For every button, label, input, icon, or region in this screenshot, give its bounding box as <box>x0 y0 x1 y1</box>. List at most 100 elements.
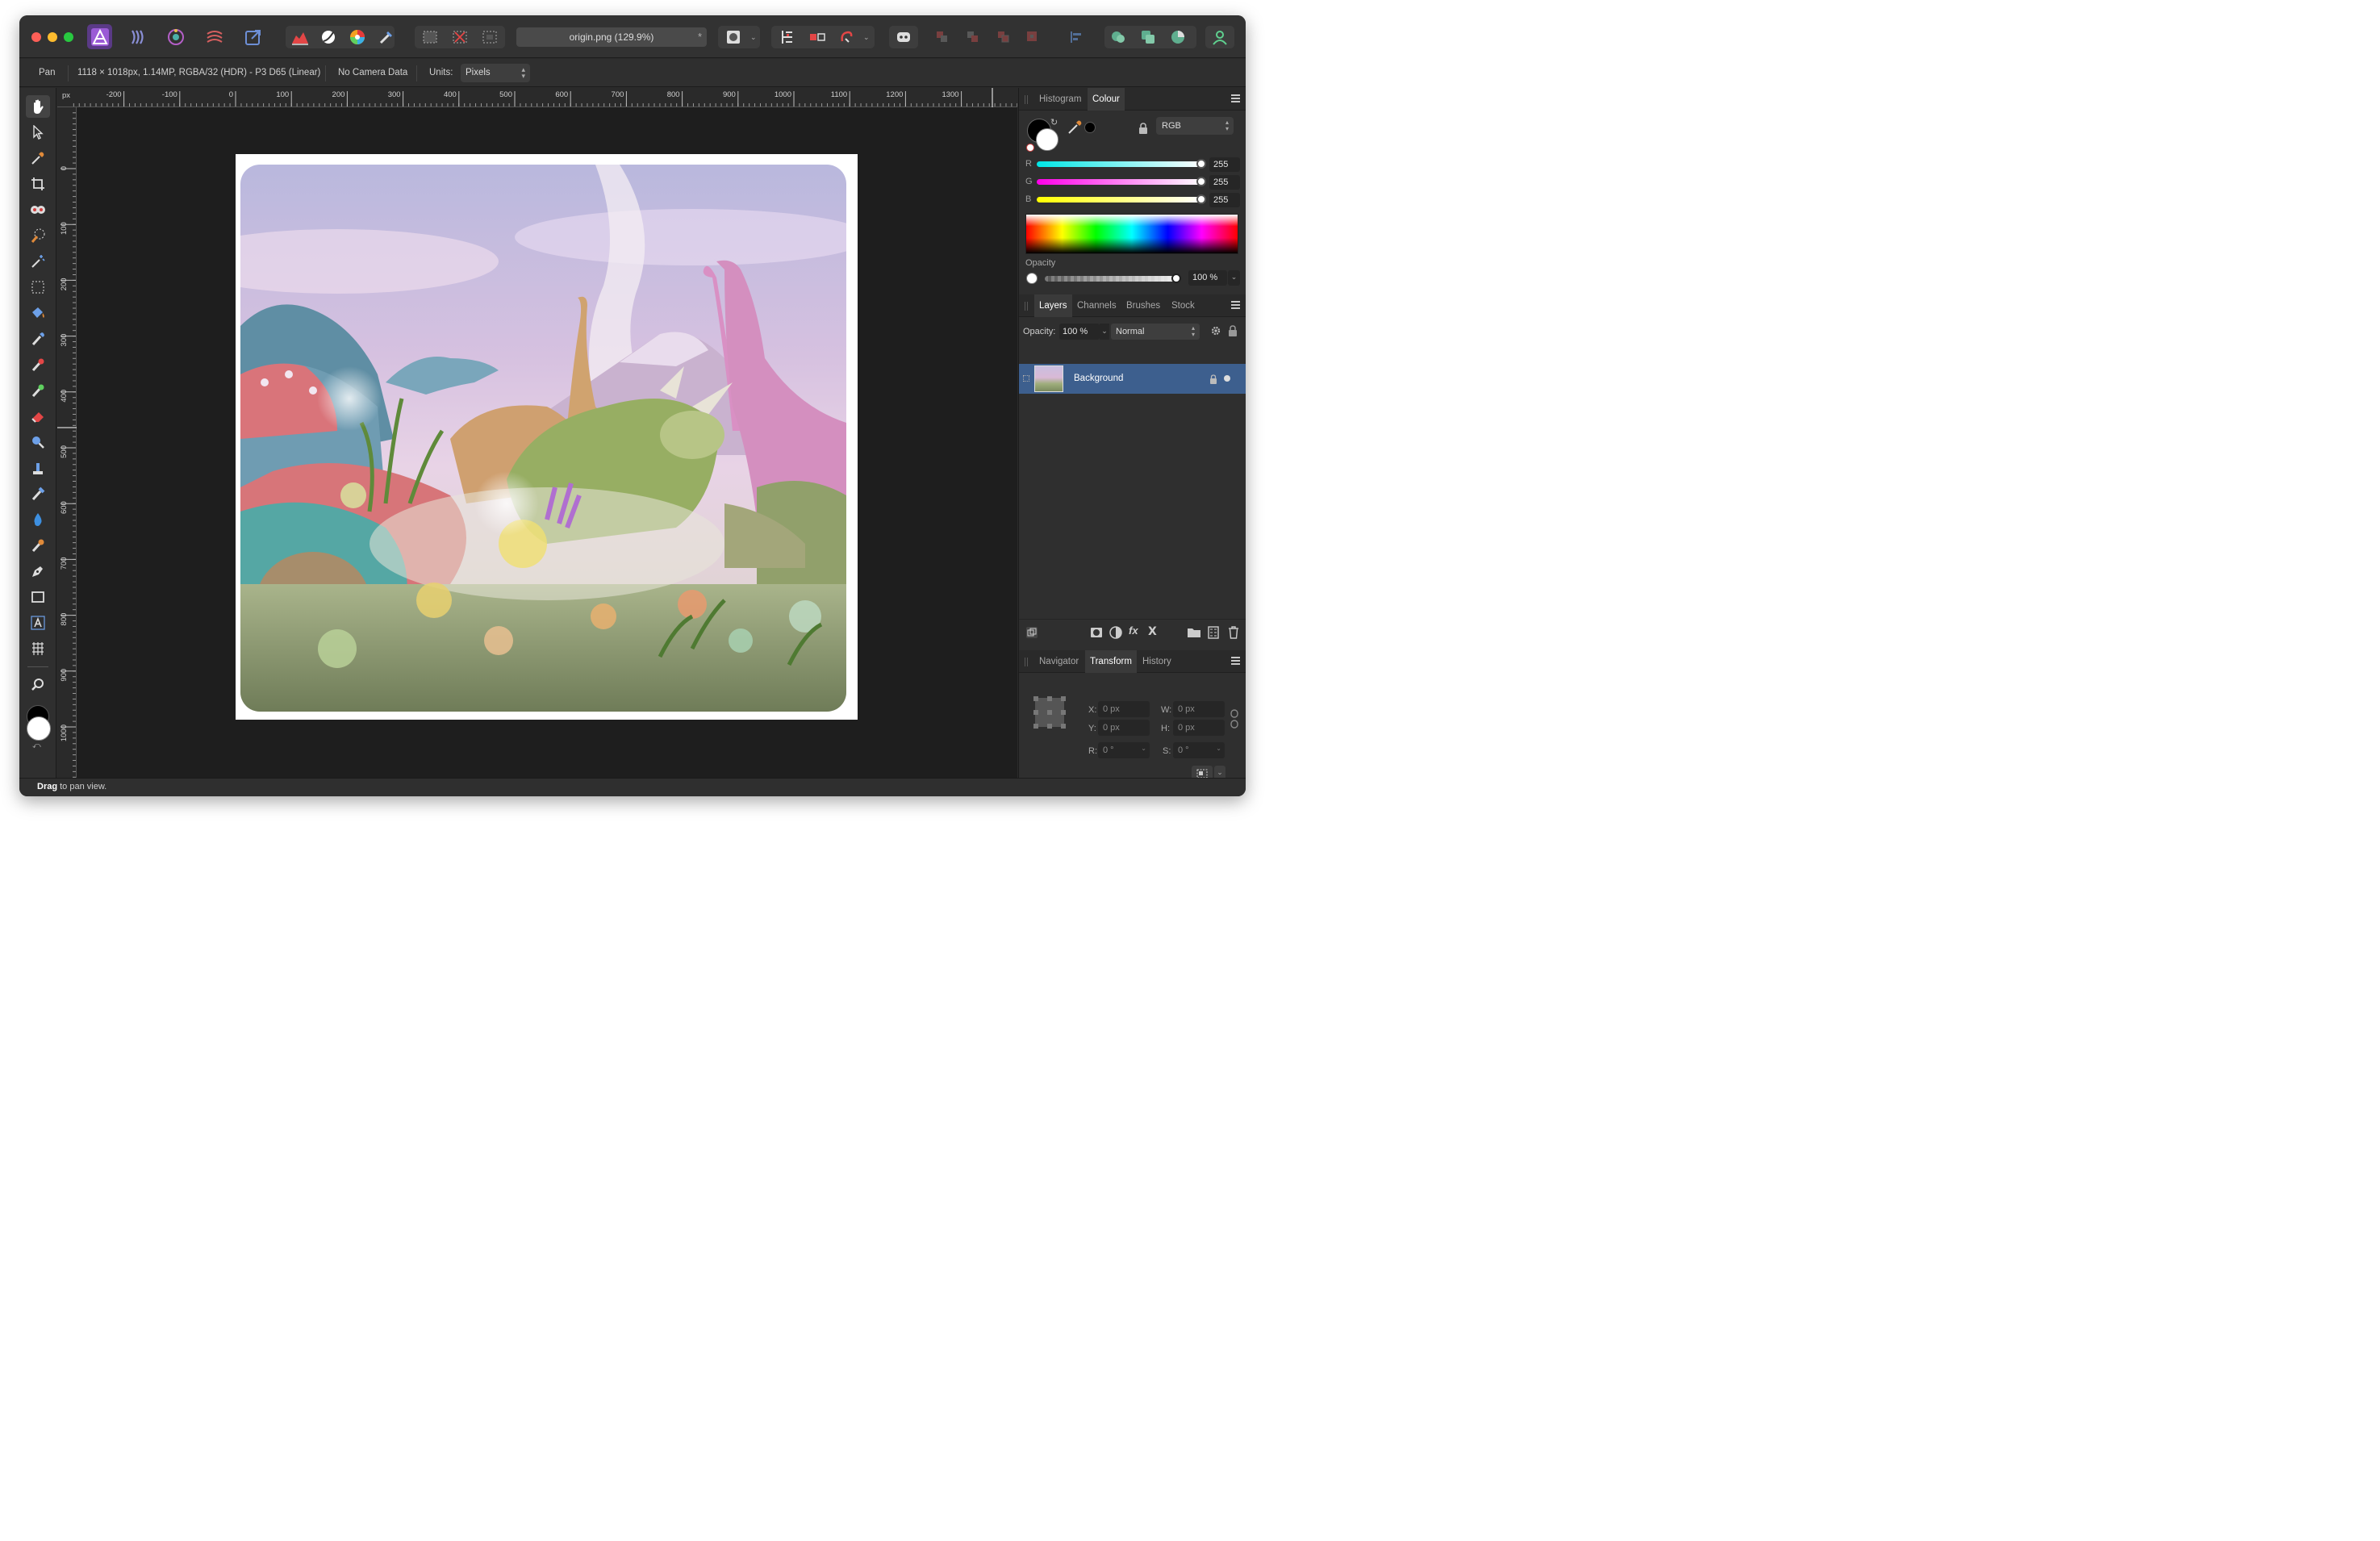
layer-lock-icon[interactable] <box>1228 325 1238 340</box>
live-filter-icon[interactable]: Ⅹ <box>1148 624 1163 639</box>
tab-layers[interactable]: Layers <box>1034 294 1072 317</box>
opacity-slider-track[interactable] <box>1045 276 1177 282</box>
levels-icon[interactable] <box>287 24 312 49</box>
y-field[interactable]: 0 px <box>1098 720 1150 736</box>
marquee-tool-icon[interactable] <box>26 276 50 299</box>
assistant-icon[interactable] <box>833 24 858 49</box>
add-adjustment-icon[interactable] <box>1109 626 1124 641</box>
opacity-dropdown-icon[interactable]: ⌄ <box>1228 270 1240 286</box>
secondary-colour-well[interactable] <box>1036 128 1058 151</box>
layer-opacity-field[interactable]: 100 % <box>1059 324 1100 340</box>
studio-pie-icon[interactable] <box>1165 24 1190 49</box>
layer-locked-icon[interactable] <box>1209 374 1217 388</box>
layer-visibility-icon[interactable] <box>1224 375 1230 382</box>
tab-navigator[interactable]: Navigator <box>1034 650 1084 673</box>
blur-tool-icon[interactable] <box>26 431 50 453</box>
tab-history[interactable]: History <box>1138 650 1176 673</box>
selection-brush-tool-icon[interactable] <box>26 224 50 247</box>
swap-colours-icon[interactable]: ⤺ <box>32 741 41 750</box>
h-field[interactable]: 0 px <box>1173 720 1225 736</box>
blend-mode-select[interactable]: Normal ▴ ▾ <box>1111 324 1200 340</box>
x-field[interactable]: 0 px <box>1098 701 1150 717</box>
arrange-forward-icon[interactable] <box>991 24 1016 49</box>
mirror-icon[interactable] <box>804 24 829 49</box>
channel-slider-knob[interactable] <box>1196 177 1206 186</box>
tab-colour[interactable]: Colour <box>1088 88 1125 111</box>
w-field[interactable]: 0 px <box>1173 701 1225 717</box>
anchor-selector[interactable] <box>1033 696 1066 729</box>
colour-picker-tool-icon[interactable] <box>26 147 50 169</box>
units-select[interactable]: Pixels ▴ ▾ <box>461 64 530 82</box>
arrange-front-icon[interactable] <box>1020 24 1045 49</box>
export-persona-icon[interactable] <box>240 24 265 49</box>
channel-slider-track[interactable] <box>1037 197 1202 203</box>
invert-selection-icon[interactable] <box>477 24 502 49</box>
tab-stock[interactable]: Stock <box>1167 294 1200 317</box>
tab-histogram[interactable]: Histogram <box>1034 88 1086 111</box>
layer-options-icon[interactable] <box>1025 626 1040 641</box>
channel-value-field[interactable]: 255 <box>1209 193 1240 207</box>
fill-tool-icon[interactable] <box>26 302 50 324</box>
canvas-area[interactable] <box>77 107 1017 778</box>
select-all-icon[interactable] <box>417 24 442 49</box>
clone-tool-icon[interactable] <box>26 457 50 479</box>
arrange-backward-icon[interactable] <box>960 24 985 49</box>
paint-brush-tool-icon[interactable] <box>26 328 50 350</box>
layer-expand-icon[interactable] <box>1023 375 1029 382</box>
deselect-icon[interactable] <box>447 24 472 49</box>
zoom-window-button[interactable] <box>64 32 73 42</box>
document-tab[interactable]: origin.png (129.9%) * <box>516 27 707 47</box>
delete-layer-icon[interactable] <box>1228 626 1242 641</box>
no-colour-icon[interactable] <box>1026 144 1034 152</box>
shear-field[interactable]: 0 ° ⌄ <box>1173 742 1225 758</box>
quick-mask-icon[interactable] <box>720 24 745 49</box>
layer-fx-icon[interactable]: fx <box>1129 624 1143 639</box>
lock-icon[interactable] <box>1138 123 1148 138</box>
hsl-icon[interactable] <box>344 24 370 49</box>
layer-settings-gear-icon[interactable] <box>1210 325 1221 340</box>
studio-copy-icon[interactable] <box>1135 24 1160 49</box>
tone-mapping-persona-icon[interactable] <box>202 24 227 49</box>
mesh-warp-tool-icon[interactable] <box>26 637 50 660</box>
swap-colour-icon[interactable]: ↻ <box>1050 117 1058 127</box>
text-tool-icon[interactable] <box>26 612 50 634</box>
crop-tool-icon[interactable] <box>26 173 50 195</box>
smudge-tool-icon[interactable] <box>26 508 50 531</box>
channel-value-field[interactable]: 255 <box>1209 157 1240 172</box>
tab-brushes[interactable]: Brushes <box>1121 294 1165 317</box>
dodge-tool-icon[interactable] <box>26 353 50 376</box>
panel-grip-icon[interactable] <box>1025 95 1028 104</box>
channel-slider-knob[interactable] <box>1196 159 1206 169</box>
link-aspect-icon[interactable] <box>1230 709 1238 733</box>
opacity-value-field[interactable]: 100 % <box>1188 270 1227 286</box>
opacity-slider-knob[interactable] <box>1171 274 1181 283</box>
healing-brush-tool-icon[interactable] <box>26 482 50 505</box>
tab-transform[interactable]: Transform <box>1085 650 1137 673</box>
channel-slider-track[interactable] <box>1037 161 1202 167</box>
layer-opacity-dropdown-icon[interactable]: ⌄ <box>1100 324 1109 340</box>
move-tool-icon[interactable] <box>26 121 50 144</box>
red-eye-tool-icon[interactable] <box>26 198 50 221</box>
photo-persona-icon[interactable] <box>87 24 112 49</box>
pen-tool-icon[interactable] <box>26 560 50 583</box>
colour-model-select[interactable]: RGB ▴ ▾ <box>1156 117 1234 135</box>
minimize-window-button[interactable] <box>48 32 57 42</box>
flood-select-tool-icon[interactable] <box>26 250 50 273</box>
add-mask-icon[interactable] <box>1090 626 1104 641</box>
curves-icon[interactable] <box>315 24 340 49</box>
panel-grip-icon[interactable] <box>1025 302 1028 311</box>
quick-mask-dropdown-icon[interactable]: ⌄ <box>750 33 757 42</box>
account-icon[interactable] <box>1207 24 1232 49</box>
colour-spectrum[interactable] <box>1025 214 1238 254</box>
patch-tool-icon[interactable] <box>26 534 50 557</box>
studio-chat-icon[interactable] <box>1105 24 1130 49</box>
develop-persona-icon[interactable] <box>163 24 188 49</box>
pan-tool-icon[interactable] <box>26 95 50 118</box>
layer-row-background[interactable]: Background <box>1019 364 1246 394</box>
close-window-button[interactable] <box>31 32 41 42</box>
mixer-brush-tool-icon[interactable] <box>26 379 50 402</box>
add-pixel-layer-icon[interactable] <box>1208 626 1222 641</box>
rectangle-tool-icon[interactable] <box>26 586 50 608</box>
zoom-tool-icon[interactable] <box>26 674 50 696</box>
panel-menu-icon[interactable] <box>1231 301 1240 309</box>
